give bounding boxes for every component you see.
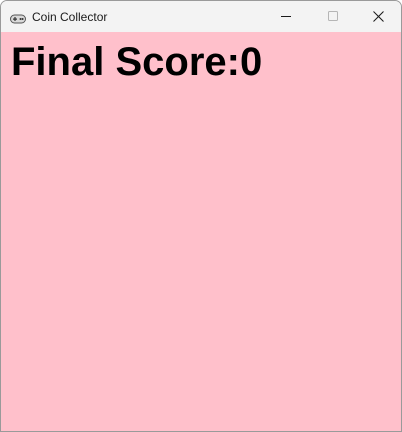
- window-title: Coin Collector: [32, 10, 108, 24]
- final-score-text: Final Score:0: [11, 39, 262, 85]
- score-label: Final Score:: [11, 40, 240, 84]
- minimize-button[interactable]: [263, 1, 309, 32]
- gamepad-icon: [10, 11, 26, 24]
- score-value: 0: [239, 40, 263, 84]
- close-button[interactable]: [355, 1, 401, 32]
- title-bar[interactable]: Coin Collector: [1, 1, 401, 32]
- maximize-button[interactable]: [309, 1, 355, 32]
- game-canvas[interactable]: Final Score:0: [1, 32, 401, 431]
- app-window: Coin Collector Final Score:0: [0, 0, 402, 432]
